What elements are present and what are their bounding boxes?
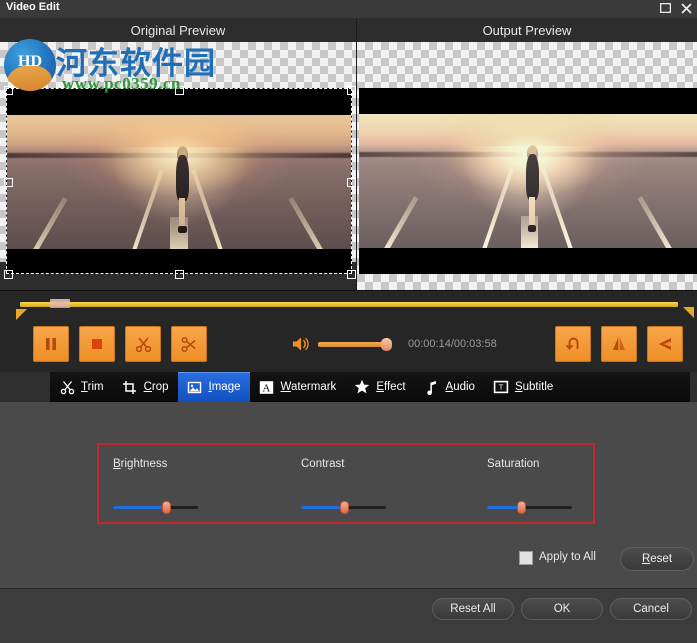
- trim-end-marker[interactable]: [683, 307, 694, 318]
- apply-to-all-checkbox[interactable]: [519, 551, 533, 565]
- svg-text:T: T: [499, 383, 504, 392]
- subtitle-icon: T: [493, 379, 509, 395]
- speaker-icon[interactable]: [290, 334, 312, 354]
- tab-audio[interactable]: Audio: [415, 372, 484, 402]
- transport-controls: 00:00:14/00:03:58: [0, 326, 697, 366]
- original-video-frame[interactable]: [6, 88, 352, 274]
- saturation-control: Saturation: [487, 458, 572, 514]
- edit-tab-bar: Trim Crop Image A Watermark Effect Audio…: [0, 372, 697, 402]
- svg-text:A: A: [262, 382, 270, 394]
- brightness-label: Brightness: [113, 458, 168, 470]
- pause-button[interactable]: [33, 326, 69, 362]
- saturation-slider-fill: [487, 506, 521, 509]
- tab-image-label: Image: [208, 381, 241, 393]
- resize-handle-middle-left[interactable]: [4, 178, 13, 187]
- close-icon[interactable]: [678, 1, 695, 15]
- resize-handle-top-center[interactable]: [175, 86, 184, 95]
- flip-horizontal-button[interactable]: [601, 326, 637, 362]
- brightness-slider-handle[interactable]: [162, 501, 171, 514]
- timeline-bar: 00:00:14/00:03:58: [0, 290, 697, 373]
- stop-button[interactable]: [79, 326, 115, 362]
- resize-handle-top-right[interactable]: [347, 86, 356, 95]
- maximize-icon[interactable]: [657, 1, 674, 15]
- volume-slider-handle[interactable]: [381, 338, 392, 351]
- tab-subtitle[interactable]: T Subtitle: [484, 372, 562, 402]
- tab-trim-label: Trim: [81, 381, 104, 393]
- tab-image[interactable]: Image: [177, 372, 250, 402]
- preview-area: Original Preview Output Preview HD 河东软件园…: [0, 18, 697, 290]
- resize-handle-bottom-right[interactable]: [347, 270, 356, 279]
- tab-effect-label: Effect: [376, 381, 406, 393]
- original-preview-label: Original Preview: [130, 23, 226, 38]
- timeline-playhead[interactable]: [50, 299, 70, 308]
- star-icon: [354, 379, 370, 395]
- apply-to-all-label: Apply to All: [539, 551, 596, 563]
- tab-audio-label: Audio: [445, 381, 475, 393]
- contrast-control: Contrast: [301, 458, 386, 514]
- output-video-image: [359, 114, 697, 248]
- saturation-slider-handle[interactable]: [517, 501, 526, 514]
- tab-crop-label: Crop: [143, 381, 169, 393]
- title-bar: Video Edit: [0, 0, 697, 19]
- tab-watermark[interactable]: A Watermark: [250, 372, 346, 402]
- image-icon: [187, 379, 203, 395]
- timeline-track[interactable]: [20, 302, 678, 307]
- window-controls: [657, 1, 695, 15]
- reset-button[interactable]: Reset: [620, 547, 694, 571]
- brightness-slider-fill: [113, 506, 166, 509]
- scissors-icon: [59, 379, 75, 395]
- saturation-label: Saturation: [487, 458, 540, 470]
- time-display: 00:00:14/00:03:58: [408, 338, 497, 350]
- output-preview-label: Output Preview: [482, 23, 572, 38]
- brightness-slider-track[interactable]: [113, 506, 198, 509]
- split-button[interactable]: [171, 326, 207, 362]
- tab-subtitle-label: Subtitle: [514, 381, 554, 393]
- tab-watermark-label: Watermark: [280, 381, 337, 393]
- volume-slider-track[interactable]: [318, 342, 390, 347]
- resize-handle-top-left[interactable]: [4, 86, 13, 95]
- trim-start-marker[interactable]: [16, 309, 27, 320]
- video-edit-window: Video Edit Original Preview Output Previ…: [0, 0, 697, 643]
- original-preview-pane[interactable]: Original Preview: [0, 18, 356, 290]
- ok-button[interactable]: OK: [521, 598, 603, 620]
- resize-handle-middle-right[interactable]: [347, 178, 356, 187]
- tab-trim[interactable]: Trim: [50, 372, 113, 402]
- reset-all-button[interactable]: Reset All: [432, 598, 514, 620]
- music-note-icon: [424, 379, 440, 395]
- text-a-icon: A: [259, 379, 275, 395]
- flip-vertical-button[interactable]: [647, 326, 683, 362]
- output-preview-pane[interactable]: Output Preview: [357, 18, 697, 290]
- contrast-slider-handle[interactable]: [340, 501, 349, 514]
- tab-crop[interactable]: Crop: [113, 372, 178, 402]
- contrast-slider-fill: [301, 506, 344, 509]
- brightness-control: Brightness: [113, 458, 198, 514]
- saturation-slider-track[interactable]: [487, 506, 572, 509]
- resize-handle-bottom-center[interactable]: [175, 270, 184, 279]
- contrast-label: Contrast: [301, 458, 345, 470]
- original-video-image: [7, 115, 351, 249]
- cancel-button[interactable]: Cancel: [610, 598, 692, 620]
- crop-icon: [122, 379, 138, 395]
- cut-button[interactable]: [125, 326, 161, 362]
- tab-effect[interactable]: Effect: [345, 372, 414, 402]
- resize-handle-bottom-left[interactable]: [4, 270, 13, 279]
- output-video-frame: [359, 88, 697, 274]
- window-title: Video Edit: [6, 1, 60, 13]
- rotate-button[interactable]: [555, 326, 591, 362]
